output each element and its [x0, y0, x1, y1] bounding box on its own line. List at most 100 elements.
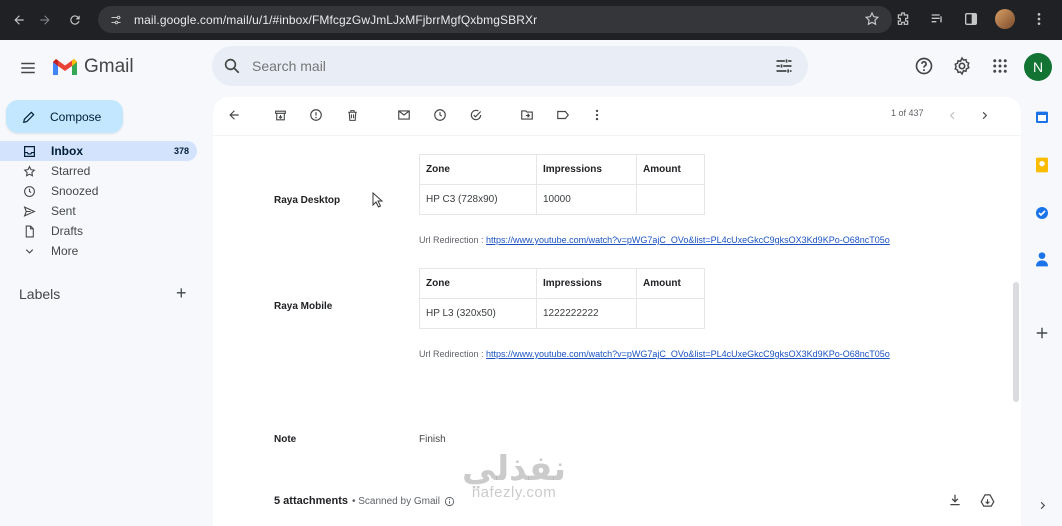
- table-header-row: Zone Impressions Amount: [419, 268, 705, 299]
- sidebar-item-label: Drafts: [51, 224, 84, 238]
- add-task-icon[interactable]: [467, 106, 485, 124]
- email-scrollbar[interactable]: [1013, 282, 1019, 402]
- report-spam-icon[interactable]: [307, 106, 325, 124]
- search-options-icon[interactable]: [774, 56, 794, 76]
- header-amount: Amount: [636, 268, 705, 299]
- url-redirection-label: Url Redirection :: [419, 235, 487, 245]
- sidebar-item-label: Starred: [51, 164, 91, 178]
- search-input[interactable]: [252, 58, 732, 74]
- url-redirection-label: Url Redirection :: [419, 349, 487, 359]
- attachment-actions: [948, 493, 995, 508]
- note-label: Note: [274, 434, 297, 445]
- watermark-arabic: نفذلي: [462, 449, 567, 489]
- download-all-icon[interactable]: [948, 493, 962, 508]
- help-icon[interactable]: [912, 54, 936, 78]
- compose-button[interactable]: Compose: [6, 100, 123, 133]
- address-bar[interactable]: mail.google.com/mail/u/1/#inbox/FMfcgzGw…: [98, 6, 892, 33]
- youtube-link[interactable]: https://www.youtube.com/watch?v=pWG7ajC_…: [486, 235, 890, 245]
- delete-icon[interactable]: [343, 106, 361, 124]
- media-controls-icon[interactable]: [926, 8, 948, 30]
- reload-icon[interactable]: [60, 5, 90, 35]
- search-bar[interactable]: [212, 46, 808, 86]
- cell-zone: HP L3 (320x50): [419, 298, 537, 329]
- contacts-icon[interactable]: [1032, 249, 1052, 269]
- main-menu-icon[interactable]: [14, 54, 42, 82]
- add-label-button[interactable]: +: [176, 284, 187, 302]
- chevron-down-icon: [22, 244, 36, 258]
- table-header-row: Zone Impressions Amount: [419, 154, 705, 185]
- note-value: Finish: [419, 434, 446, 445]
- sidebar-nav: Inbox 378 Starred Snoozed Sent Drafts Mo…: [0, 141, 200, 261]
- sidebar-item-inbox[interactable]: Inbox 378: [0, 141, 197, 161]
- forward-arrow-icon[interactable]: [30, 5, 60, 35]
- address-url: mail.google.com/mail/u/1/#inbox/FMfcgzGw…: [134, 12, 538, 27]
- desktop-zone-table: Zone Impressions Amount HP C3 (728x90) 1…: [419, 154, 705, 215]
- side-panel-icon[interactable]: [960, 8, 982, 30]
- compose-label: Compose: [50, 109, 102, 124]
- label-tag-icon[interactable]: [554, 106, 572, 124]
- settings-gear-icon[interactable]: [950, 54, 974, 78]
- pagination-count: 1 of 437: [891, 108, 924, 118]
- sidebar-item-drafts[interactable]: Drafts: [0, 221, 200, 241]
- url-redirection-line: Url Redirection : https://www.youtube.co…: [419, 349, 890, 359]
- sidebar-item-starred[interactable]: Starred: [0, 161, 200, 181]
- keep-notes-icon[interactable]: [1032, 155, 1052, 175]
- sidebar-item-label: More: [51, 244, 79, 258]
- expand-panel-chevron-icon[interactable]: [1032, 495, 1052, 515]
- get-addons-plus-icon[interactable]: [1032, 323, 1052, 343]
- header-zone: Zone: [419, 154, 537, 185]
- star-icon: [22, 164, 36, 178]
- gmail-logo[interactable]: Gmail: [52, 56, 134, 78]
- more-vert-icon[interactable]: [1028, 8, 1050, 30]
- sidebar-item-label: Snoozed: [51, 184, 99, 198]
- sidebar-item-snoozed[interactable]: Snoozed: [0, 181, 200, 201]
- tasks-icon[interactable]: [1032, 203, 1052, 223]
- scanned-by-gmail: • Scanned by Gmail: [351, 495, 440, 507]
- table-row: HP C3 (728x90) 10000: [419, 184, 705, 215]
- site-info-icon[interactable]: [108, 12, 124, 28]
- profile-avatar-icon[interactable]: [994, 8, 1016, 30]
- info-icon[interactable]: [444, 496, 455, 507]
- browser-toolbar: mail.google.com/mail/u/1/#inbox/FMfcgzGw…: [0, 0, 1062, 40]
- newer-chevron-left-icon[interactable]: [943, 106, 961, 124]
- table-row: HP L3 (320x50) 1222222222: [419, 298, 705, 329]
- extensions-icon[interactable]: [892, 8, 914, 30]
- sidebar-item-sent[interactable]: Sent: [0, 201, 200, 221]
- mark-unread-icon[interactable]: [395, 106, 413, 124]
- move-to-folder-icon[interactable]: [518, 106, 536, 124]
- cell-impressions: 10000: [536, 184, 637, 215]
- save-to-drive-icon[interactable]: [980, 493, 995, 508]
- bookmark-star-icon[interactable]: [864, 11, 880, 27]
- attachments-summary: 5 attachments • Scanned by Gmail: [274, 495, 455, 507]
- toolbar-divider: [213, 135, 1021, 136]
- watermark: نفذلي nafezly.com: [462, 452, 566, 500]
- cell-amount: [636, 298, 705, 329]
- inbox-unread-count: 378: [173, 146, 189, 156]
- youtube-link[interactable]: https://www.youtube.com/watch?v=pWG7ajC_…: [486, 349, 890, 359]
- inbox-icon: [22, 144, 36, 158]
- back-to-inbox-icon[interactable]: [225, 106, 243, 124]
- gmail-m-icon: [53, 59, 77, 75]
- browser-actions: [892, 8, 1050, 30]
- account-avatar[interactable]: N: [1024, 53, 1052, 81]
- calendar-icon[interactable]: [1032, 107, 1052, 127]
- header-impressions: Impressions: [536, 268, 637, 299]
- snooze-clock-icon[interactable]: [431, 106, 449, 124]
- apps-grid-icon[interactable]: [988, 54, 1012, 78]
- cell-amount: [636, 184, 705, 215]
- sidebar-item-more[interactable]: More: [0, 241, 200, 261]
- archive-icon[interactable]: [271, 106, 289, 124]
- search-icon[interactable]: [212, 57, 252, 75]
- clock-icon: [22, 184, 36, 198]
- older-chevron-right-icon[interactable]: [975, 106, 993, 124]
- app-name: Gmail: [84, 56, 134, 77]
- labels-heading: Labels: [19, 286, 61, 302]
- header-amount: Amount: [636, 154, 705, 185]
- cell-zone: HP C3 (728x90): [419, 184, 537, 215]
- url-redirection-line: Url Redirection : https://www.youtube.co…: [419, 235, 890, 245]
- send-icon: [22, 204, 36, 218]
- email-view: 1 of 437 Raya Desktop Zone Impressions A…: [213, 97, 1021, 526]
- draft-icon: [22, 224, 36, 238]
- more-options-icon[interactable]: [588, 106, 606, 124]
- raya-mobile-label: Raya Mobile: [274, 301, 333, 312]
